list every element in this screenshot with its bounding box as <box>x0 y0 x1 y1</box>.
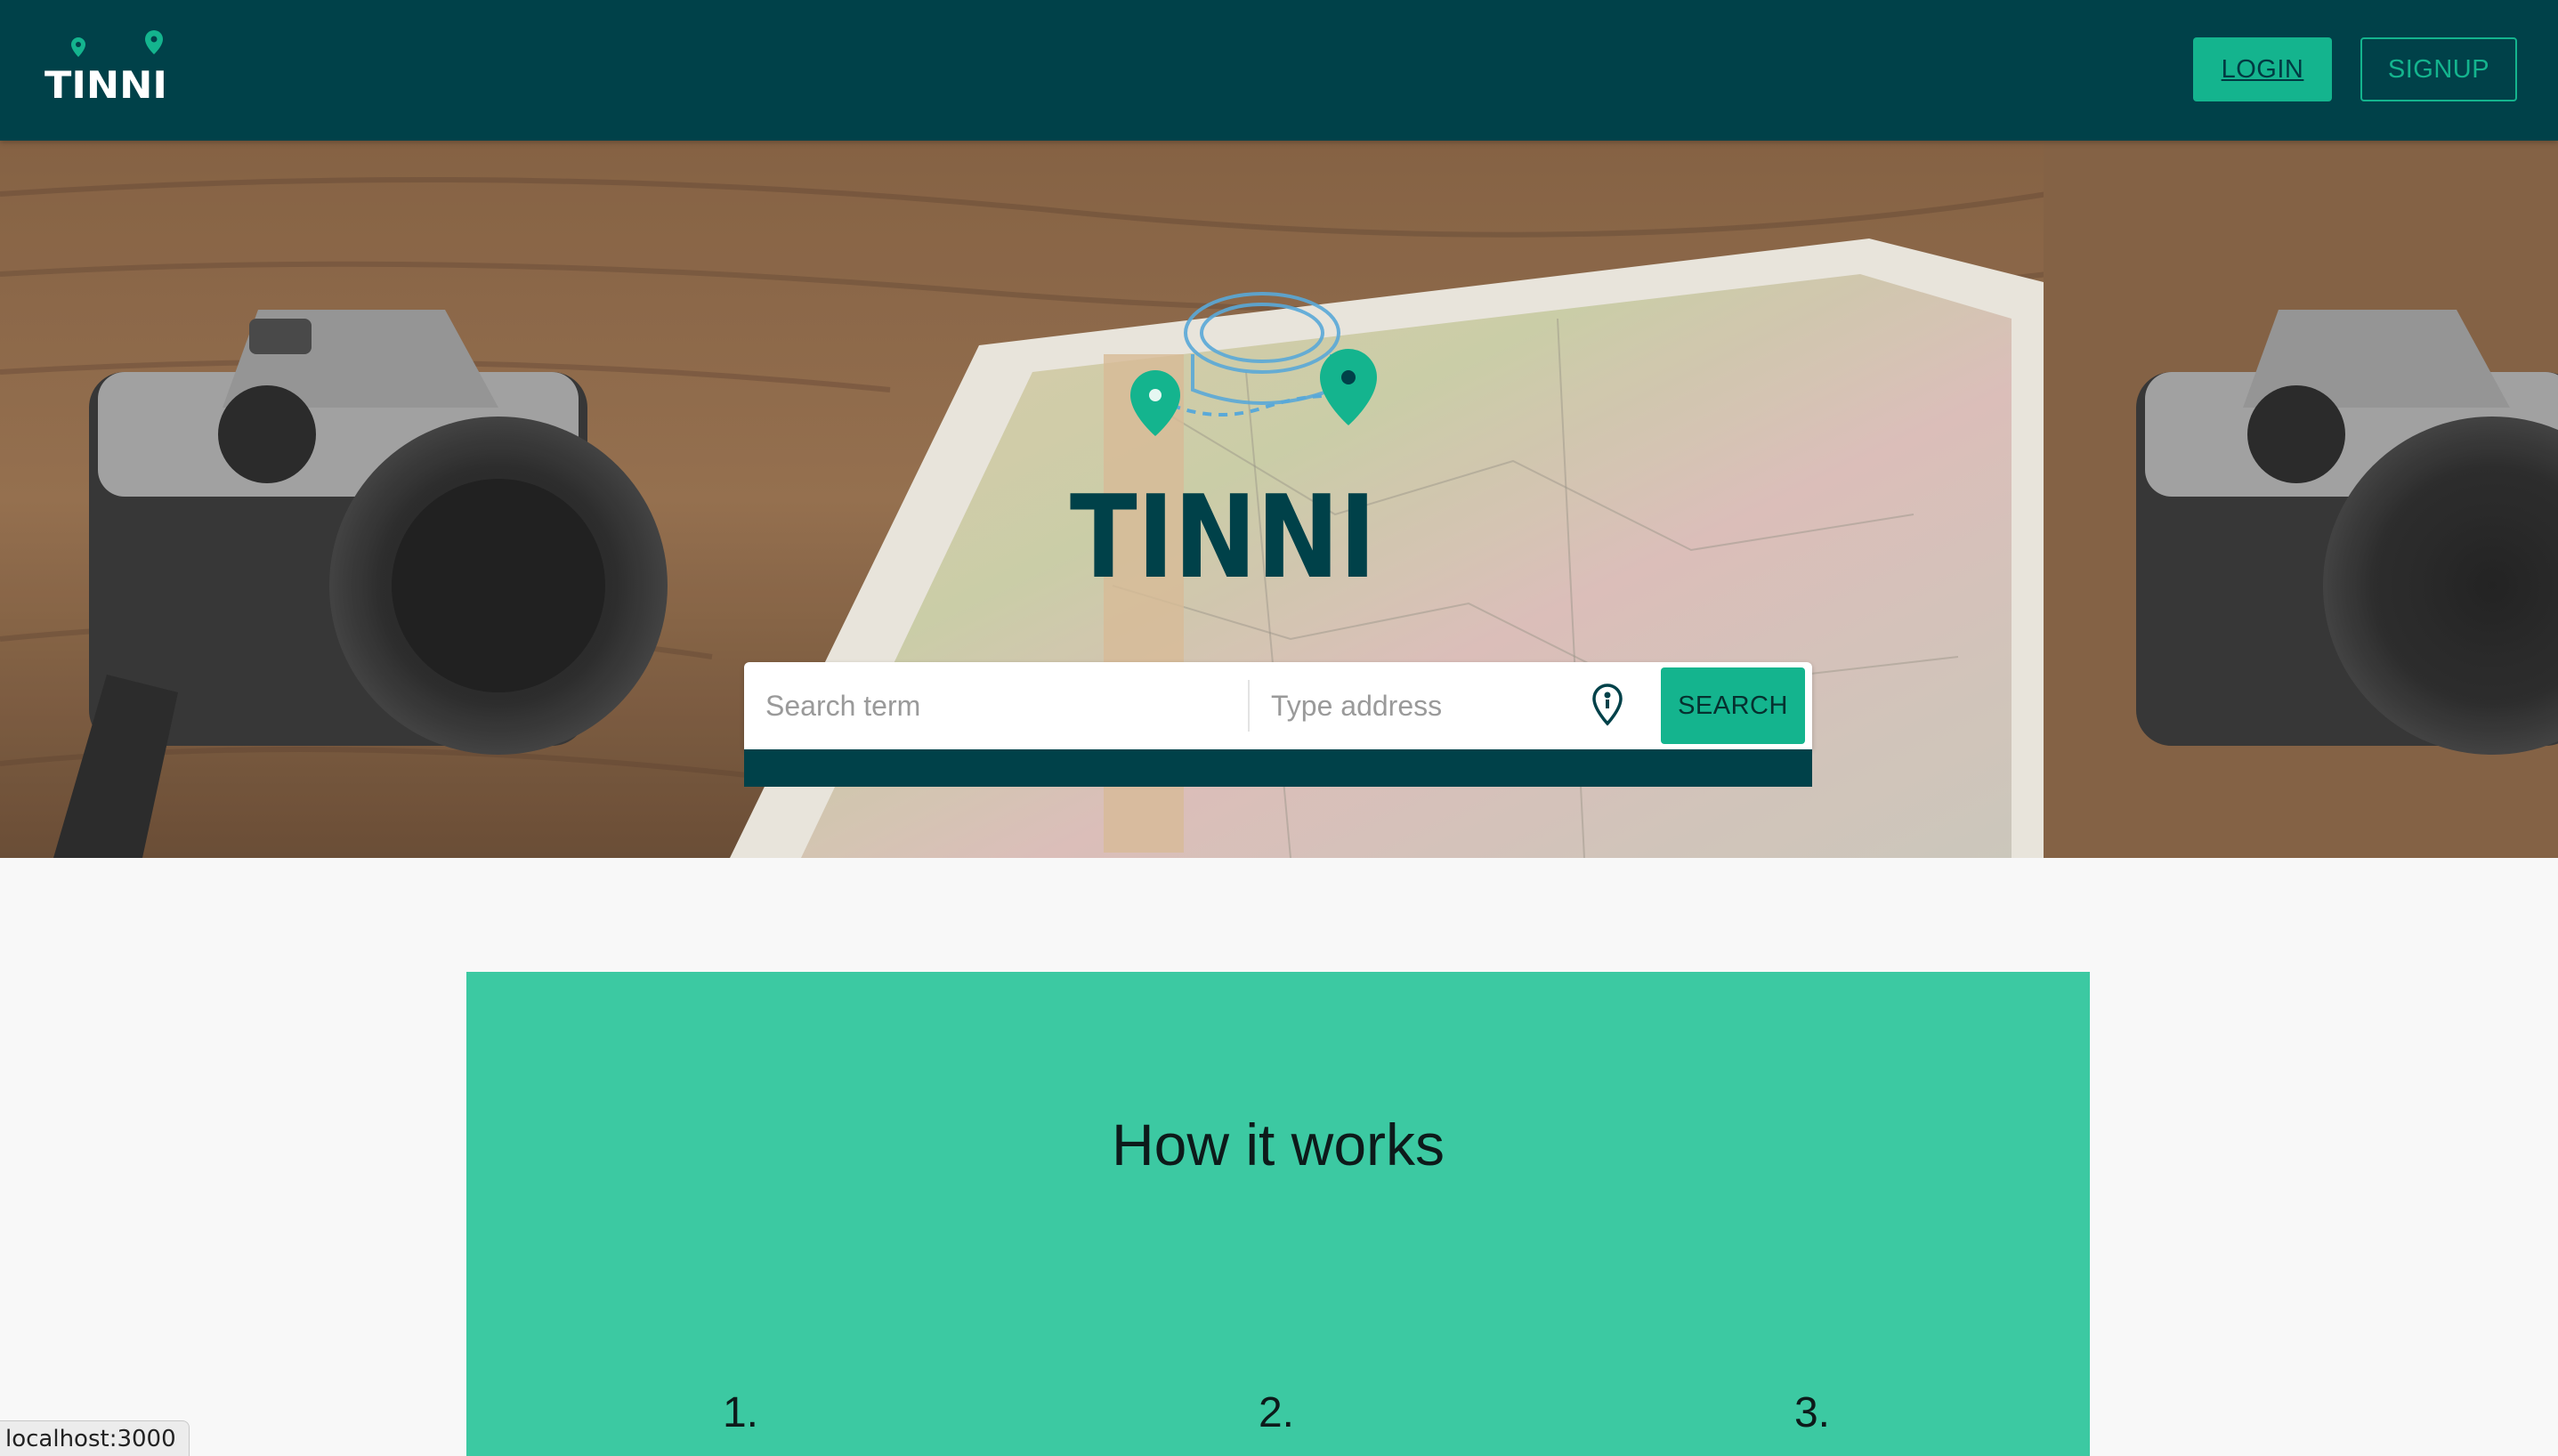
step-3-number: 3. <box>1793 1389 1831 1436</box>
search-results-bar <box>744 749 1812 787</box>
logo-pin-right-icon <box>145 30 163 54</box>
hero-section: TINNI Search term Type address SEARCH <box>0 141 2558 858</box>
how-it-works-title: How it works <box>1111 1112 1445 1177</box>
step-1-number: 1. <box>722 1389 759 1436</box>
logo-pin-left-icon <box>71 37 85 57</box>
search-divider <box>1248 680 1250 732</box>
tinni-logo[interactable]: TINNI <box>45 30 169 101</box>
hero-pin-right-icon <box>1320 349 1377 425</box>
login-button[interactable]: LOGIN <box>2193 37 2332 101</box>
search-term-input[interactable]: Search term <box>765 662 1228 749</box>
search-box: Search term Type address SEARCH <box>744 662 1812 749</box>
hero-logo-text: TINNI <box>1070 472 1376 586</box>
hero-tinni-logo: TINNI <box>1070 292 1377 586</box>
status-bar-url: localhost:3000 <box>0 1420 190 1456</box>
map-pin-icon[interactable] <box>1581 678 1634 732</box>
how-it-works-section: How it works 1. 2. 3. <box>466 972 2090 1456</box>
address-input[interactable]: Type address <box>1271 662 1565 749</box>
logo-text: TINNI <box>45 63 167 101</box>
navbar: TINNI LOGIN SIGNUP <box>0 0 2558 141</box>
search-button[interactable]: SEARCH <box>1661 667 1805 744</box>
signup-button[interactable]: SIGNUP <box>2360 37 2517 101</box>
step-2-number: 2. <box>1258 1389 1295 1436</box>
hero-pin-left-icon <box>1130 370 1180 436</box>
